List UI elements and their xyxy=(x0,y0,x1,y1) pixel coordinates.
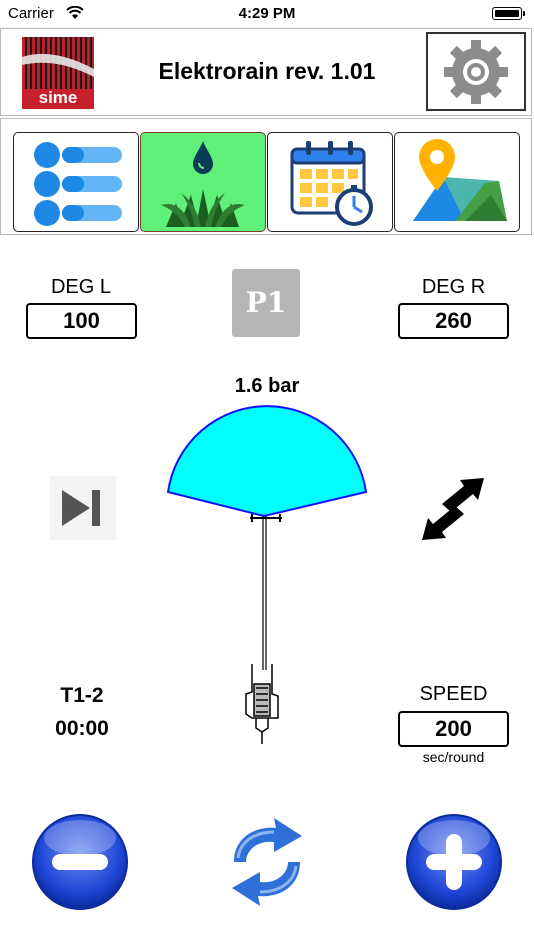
sprinkler-icon xyxy=(245,664,279,744)
gear-icon xyxy=(444,40,508,104)
tab-map[interactable] xyxy=(394,132,520,232)
skip-next-icon xyxy=(62,490,100,526)
settings-button[interactable] xyxy=(426,32,526,111)
speed-unit: sec/round xyxy=(422,749,485,765)
tab-list[interactable] xyxy=(13,132,139,232)
minus-icon xyxy=(52,854,108,870)
refresh-icon xyxy=(232,818,302,906)
svg-text:sime: sime xyxy=(39,88,78,107)
deg-right-label: DEG R xyxy=(421,276,486,298)
program-badge[interactable]: P1 xyxy=(232,269,300,337)
battery-icon xyxy=(492,7,525,20)
status-bar: Carrier 4:29 PM xyxy=(0,0,534,28)
app-title: Elektrorain rev. 1.01 xyxy=(158,58,376,84)
speed-label: SPEED xyxy=(419,683,488,705)
skip-next-button[interactable] xyxy=(50,476,116,540)
plus-button[interactable] xyxy=(404,812,504,912)
list-icon xyxy=(34,142,122,226)
swap-arrows-icon xyxy=(422,478,484,540)
deg-left-field[interactable]: 100 xyxy=(26,303,137,339)
map-pin-icon xyxy=(413,139,507,221)
speed-field[interactable]: 200 xyxy=(398,711,509,747)
spray-diagram xyxy=(166,405,368,744)
spray-sector xyxy=(166,405,368,518)
deg-left-label: DEG L xyxy=(50,276,112,298)
tab-irrigation[interactable] xyxy=(140,132,266,232)
tab-schedule[interactable] xyxy=(267,132,393,232)
sime-logo: sime xyxy=(22,37,94,109)
timer-label: T1-2 xyxy=(60,684,104,707)
swap-direction-button[interactable] xyxy=(418,474,488,544)
deg-right-field[interactable]: 260 xyxy=(398,303,509,339)
minus-button[interactable] xyxy=(30,812,130,912)
calendar-timer-icon xyxy=(290,141,373,226)
water-grass-icon xyxy=(161,141,245,227)
timer-value: 00:00 xyxy=(55,717,109,740)
clock: 4:29 PM xyxy=(238,5,296,22)
refresh-button[interactable] xyxy=(224,812,310,912)
